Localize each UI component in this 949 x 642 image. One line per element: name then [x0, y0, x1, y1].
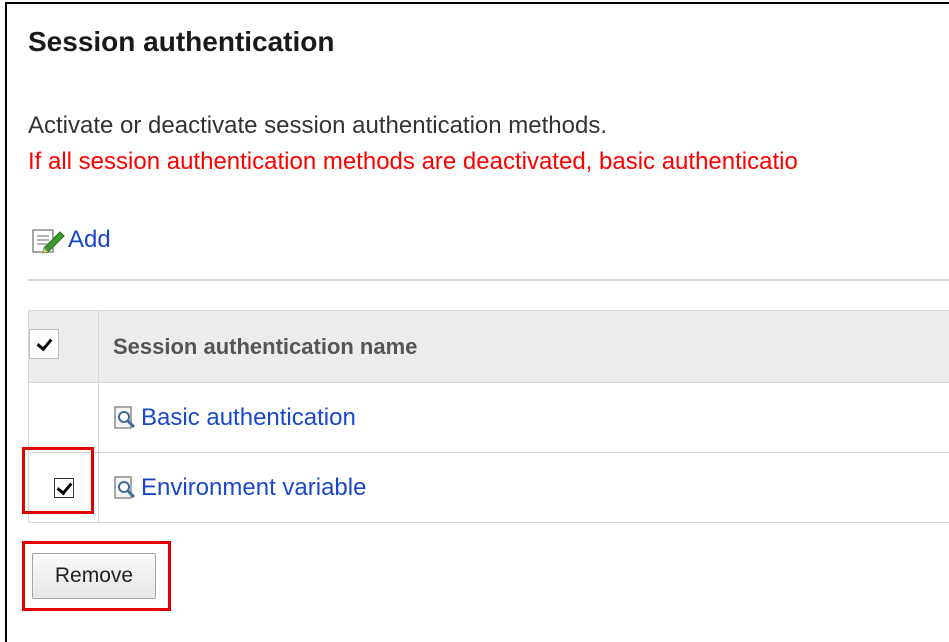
add-link[interactable]: Add: [30, 226, 111, 254]
row-name-cell: Basic authentication: [99, 383, 949, 453]
edit-pencil-icon: [30, 226, 66, 254]
magnifier-document-icon: [113, 475, 137, 501]
page-description: Activate or deactivate session authentic…: [28, 112, 607, 140]
warning-message: If all session authentication methods ar…: [28, 148, 798, 176]
remove-button[interactable]: Remove: [32, 553, 156, 599]
row-label: Basic authentication: [141, 404, 356, 432]
row-name-cell: Environment variable: [99, 453, 949, 523]
row-label: Environment variable: [141, 474, 366, 502]
select-all-checkbox[interactable]: [29, 329, 59, 359]
table-header-row: Session authentication name: [29, 311, 949, 383]
select-all-cell: [29, 311, 99, 383]
add-label: Add: [68, 226, 111, 254]
session-auth-table: Session authentication name Basic authen…: [28, 310, 949, 523]
environment-variable-link[interactable]: Environment variable: [99, 474, 949, 502]
page-title: Session authentication: [28, 26, 335, 58]
basic-authentication-link[interactable]: Basic authentication: [99, 404, 949, 432]
name-column-header: Session authentication name: [99, 311, 949, 383]
name-column-label: Session authentication name: [99, 334, 417, 359]
magnifier-document-icon: [113, 405, 137, 431]
environment-variable-checkbox[interactable]: [54, 478, 74, 498]
table-row: Environment variable: [29, 453, 949, 523]
divider: [28, 279, 949, 281]
row-select-cell: [29, 383, 99, 453]
table-row: Basic authentication: [29, 383, 949, 453]
row-select-cell: [29, 453, 99, 523]
